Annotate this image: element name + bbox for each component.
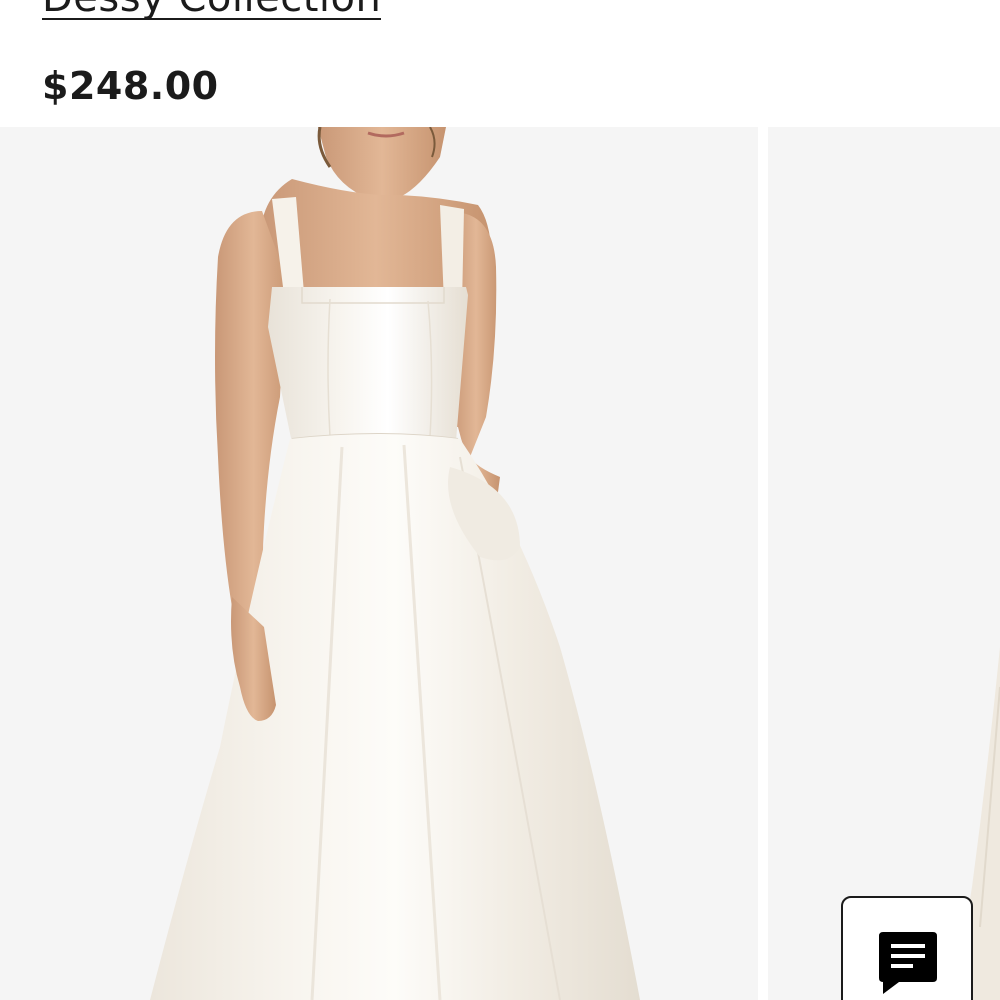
product-image-gallery[interactable] [0, 127, 1000, 1000]
dress-model-illustration [0, 127, 758, 1000]
main-dress-image[interactable] [0, 127, 758, 1000]
product-page: Dessy Collection $248.00 [0, 0, 1000, 1000]
product-price: $248.00 [42, 64, 219, 108]
brand-link[interactable]: Dessy Collection [42, 0, 382, 20]
chat-button[interactable] [841, 896, 973, 1000]
next-dress-image[interactable] [768, 127, 1000, 1000]
chat-icon [879, 932, 937, 994]
next-dress-illustration [768, 127, 1000, 1000]
